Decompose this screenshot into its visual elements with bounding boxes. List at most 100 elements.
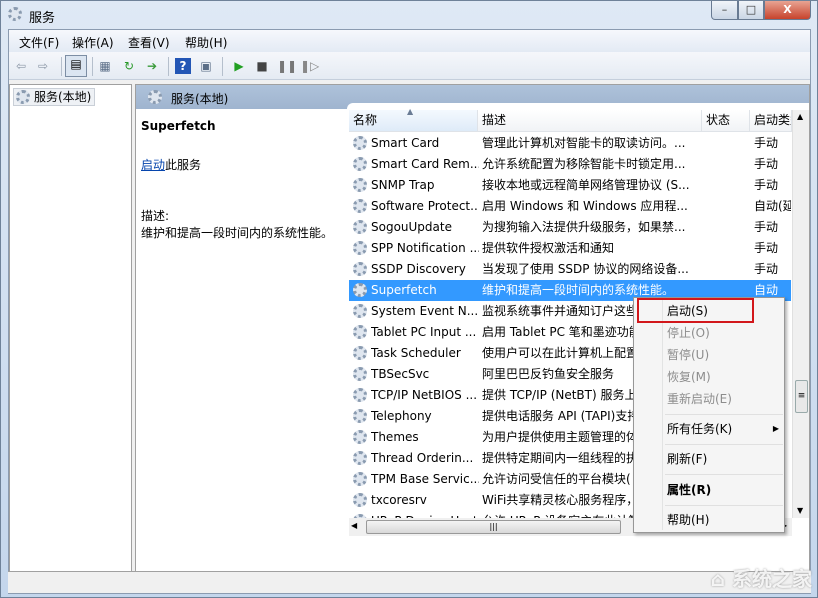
service-name: SPP Notification ...: [371, 238, 479, 259]
close-button[interactable]: X: [764, 1, 811, 20]
column-header-status[interactable]: 状态: [702, 110, 750, 132]
service-name: Superfetch: [371, 280, 479, 301]
menu-bar: 文件(F) 操作(A) 查看(V) 帮助(H): [9, 30, 810, 52]
service-row[interactable]: SNMP Trap 接收本地或远程简单网络管理协议 (S... 手动: [349, 175, 791, 196]
service-gear-icon: [353, 304, 367, 318]
menu-item-pause[interactable]: 暂停(U): [667, 345, 709, 365]
service-gear-icon: [353, 493, 367, 507]
service-startup-type: 手动: [754, 259, 791, 280]
menu-view[interactable]: 查看(V): [128, 34, 170, 51]
menu-item-stop[interactable]: 停止(O): [667, 323, 710, 343]
submenu-arrow-icon: ▶: [773, 419, 779, 439]
service-gear-icon: [353, 388, 367, 402]
service-row[interactable]: Smart Card Rem... 允许系统配置为移除智能卡时锁定用... 手动: [349, 154, 791, 175]
service-row[interactable]: SogouUpdate 为搜狗输入法提供升级服务，如果禁... 手动: [349, 217, 791, 238]
export-list-icon[interactable]: ➔: [144, 58, 160, 74]
service-gear-icon: [353, 262, 367, 276]
menu-item-help[interactable]: 帮助(H): [667, 510, 709, 530]
description-label: 描述:: [141, 207, 169, 224]
service-description: 接收本地或远程简单网络管理协议 (S...: [482, 175, 702, 196]
service-name: txcoresrv: [371, 490, 479, 511]
scroll-down-icon[interactable]: ▼: [797, 506, 803, 515]
service-startup-type: 手动: [754, 133, 791, 154]
start-service-link[interactable]: 启动: [141, 158, 165, 172]
column-header-startup-type[interactable]: 启动类型: [750, 110, 792, 132]
service-row[interactable]: Software Protect... 启用 Windows 和 Windows…: [349, 196, 791, 217]
service-gear-icon: [353, 199, 367, 213]
restart-service-icon[interactable]: ❚▷: [300, 58, 316, 74]
service-description: 为搜狗输入法提供升级服务，如果禁...: [482, 217, 702, 238]
services-app-icon: [8, 7, 22, 21]
start-link-suffix: 此服务: [165, 158, 201, 172]
tree-item-services-local[interactable]: 服务(本地): [13, 88, 95, 106]
service-gear-icon: [353, 451, 367, 465]
service-gear-icon: [353, 283, 367, 297]
action-pane-icon[interactable]: ▣: [198, 58, 214, 74]
pause-service-icon[interactable]: ❚❚: [277, 58, 293, 74]
menu-help[interactable]: 帮助(H): [185, 34, 227, 51]
service-description: 管理此计算机对智能卡的取读访问。...: [482, 133, 702, 154]
column-header-description[interactable]: 描述: [478, 110, 702, 132]
panel-header-title: 服务(本地): [171, 90, 228, 107]
service-name: Software Protect...: [371, 196, 479, 217]
service-name: System Event N...: [371, 301, 479, 322]
service-name: SSDP Discovery: [371, 259, 479, 280]
help-icon[interactable]: ?: [175, 58, 191, 74]
service-name: TBSecSvc: [371, 364, 479, 385]
stop-service-icon[interactable]: ■: [254, 58, 270, 74]
service-name: Smart Card Rem...: [371, 154, 479, 175]
show-hide-tree-icon[interactable]: ▤: [65, 55, 87, 77]
service-name: Themes: [371, 427, 479, 448]
horizontal-scroll-thumb[interactable]: |||: [366, 520, 621, 534]
toolbar: ⇦ ⇨ ▤ ▦ ↻ ➔ ? ▣ ▶ ■ ❚❚ ❚▷: [9, 52, 810, 80]
service-name: SNMP Trap: [371, 175, 479, 196]
service-gear-icon: [353, 220, 367, 234]
refresh-icon[interactable]: ↻: [121, 58, 137, 74]
service-description: 当发现了使用 SSDP 协议的网络设备...: [482, 259, 702, 280]
scroll-up-icon[interactable]: ▲: [797, 112, 803, 121]
service-startup-type: 自动(延: [754, 196, 791, 217]
service-gear-icon: [353, 157, 367, 171]
services-icon: [148, 90, 162, 104]
service-gear-icon: [353, 472, 367, 486]
scroll-left-icon[interactable]: ◀: [351, 521, 357, 530]
service-description: 允许系统配置为移除智能卡时锁定用...: [482, 154, 702, 175]
service-gear-icon: [353, 178, 367, 192]
service-gear-icon: [353, 325, 367, 339]
menu-item-restart[interactable]: 重新启动(E): [667, 389, 732, 409]
menu-item-properties[interactable]: 属性(R): [667, 480, 711, 500]
start-service-icon[interactable]: ▶: [231, 58, 247, 74]
services-icon: [16, 90, 30, 104]
menu-item-refresh[interactable]: 刷新(F): [667, 449, 707, 469]
service-description: 提供软件授权激活和通知: [482, 238, 702, 259]
service-gear-icon: [353, 367, 367, 381]
status-bar: [8, 571, 811, 593]
menu-item-all-tasks[interactable]: 所有任务(K)▶: [667, 419, 779, 439]
service-name: Smart Card: [371, 133, 479, 154]
service-name: TPM Base Servic...: [371, 469, 479, 490]
menu-item-resume[interactable]: 恢复(M): [667, 367, 711, 387]
properties-icon[interactable]: ▦: [97, 58, 113, 74]
vertical-scrollbar[interactable]: ▲ ≡ ▼: [792, 110, 809, 518]
menu-action[interactable]: 操作(A): [72, 34, 114, 51]
column-header-name[interactable]: 名称▲: [349, 110, 478, 132]
service-startup-type: 手动: [754, 154, 791, 175]
service-startup-type: 手动: [754, 217, 791, 238]
menu-file[interactable]: 文件(F): [19, 34, 59, 51]
service-name: Tablet PC Input ...: [371, 322, 479, 343]
vertical-scroll-thumb[interactable]: ≡: [795, 380, 808, 413]
service-row[interactable]: SPP Notification ... 提供软件授权激活和通知 手动: [349, 238, 791, 259]
forward-icon[interactable]: ⇨: [35, 58, 51, 74]
back-icon[interactable]: ⇦: [13, 58, 29, 74]
service-row[interactable]: Smart Card 管理此计算机对智能卡的取读访问。... 手动: [349, 133, 791, 154]
description-pane: Superfetch 启动此服务 描述: 维护和提高一段时间内的系统性能。: [136, 109, 346, 549]
service-gear-icon: [353, 346, 367, 360]
service-gear-icon: [353, 430, 367, 444]
minimize-button[interactable]: –: [711, 1, 738, 20]
service-gear-icon: [353, 241, 367, 255]
sort-ascending-icon: ▲: [407, 102, 413, 122]
maximize-button[interactable]: □: [738, 1, 764, 20]
service-gear-icon: [353, 409, 367, 423]
console-tree: 服务(本地): [9, 84, 132, 572]
service-row[interactable]: SSDP Discovery 当发现了使用 SSDP 协议的网络设备... 手动: [349, 259, 791, 280]
